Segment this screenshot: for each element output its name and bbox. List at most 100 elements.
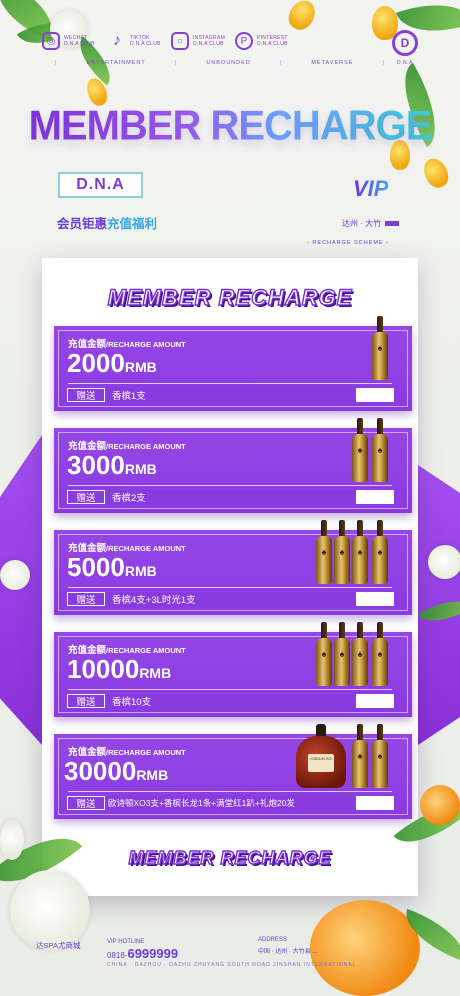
side-wing-left bbox=[0, 435, 42, 745]
address-text: 中国 · 达州 · 大竹县 ... bbox=[258, 949, 318, 955]
gift-tag: 赠送 bbox=[67, 490, 105, 504]
gift-tag: 赠送 bbox=[67, 388, 105, 402]
city-text: 达州 · 大竹 bbox=[342, 219, 382, 228]
champagne-bottle-icon: ♠ bbox=[372, 622, 388, 686]
nav-separator: | bbox=[382, 60, 385, 66]
champagne-bottle-icon: ♠ bbox=[352, 724, 368, 788]
champagne-bottle-icon: ♠ bbox=[352, 622, 368, 686]
poster: ◎ WECHAT D.N.A CLUB ♪ TIKTOK D.N.A CLUB ○ … bbox=[0, 0, 460, 996]
gift-description: 香槟10支 bbox=[105, 694, 356, 708]
nav-item: ENTERTAINMENT bbox=[86, 60, 146, 66]
amount-value: 5000RMB bbox=[67, 552, 157, 583]
dna-logo-icon: D bbox=[392, 30, 418, 56]
social-pinterest[interactable]: P PINTEREST D.N.A CLUB bbox=[235, 32, 288, 50]
gift-row: 赠送 香槟1支 bbox=[67, 388, 394, 402]
gift-row: 赠送 香槟10支 bbox=[67, 694, 394, 708]
address-label: ADDRESS bbox=[258, 937, 288, 943]
cognac-label: OSDUN XO bbox=[308, 754, 334, 772]
amount-number: 2000 bbox=[67, 348, 125, 378]
divider bbox=[68, 587, 392, 588]
address-english: CHINA · DAZHOU · DAZHU ZHUYANG SOUTH ROA… bbox=[107, 962, 366, 968]
top-nav: | ENTERTAINMENT | UNBOUNDED | METAVERSE … bbox=[55, 60, 385, 66]
divider bbox=[68, 485, 392, 486]
social-account: D.N.A CLUB bbox=[64, 41, 95, 47]
social-account: D.N.A CLUB bbox=[130, 41, 161, 47]
hotline-number[interactable]: 0818-6999999 bbox=[107, 946, 178, 961]
white-flower-decoration bbox=[428, 545, 460, 579]
pinterest-icon: P bbox=[235, 32, 253, 50]
gift-box bbox=[356, 796, 394, 810]
benefit-part-b: 充值福利 bbox=[107, 217, 158, 231]
recharge-option[interactable]: 充值金额/RECHARGE AMOUNT 3000RMB 赠送 香槟2支 ♠ ♠ bbox=[54, 418, 412, 513]
white-flower-decoration bbox=[0, 820, 24, 860]
nav-item: UNBOUNDED bbox=[206, 60, 251, 66]
gift-row: 赠送 香槟4支+3L时光1支 bbox=[67, 592, 394, 606]
gift-box bbox=[356, 388, 394, 402]
amount-unit: RMB bbox=[124, 461, 157, 477]
hotline-label: VIP HOTLINE bbox=[107, 939, 145, 945]
nav-separator: | bbox=[55, 60, 58, 66]
amount-unit: RMB bbox=[124, 563, 157, 579]
amount-unit: RMB bbox=[139, 665, 172, 681]
amount-number: 10000 bbox=[67, 654, 140, 684]
gift-tag: 赠送 bbox=[67, 592, 105, 606]
champagne-bottle-icon: ♠ bbox=[334, 520, 350, 584]
gift-tag: 赠送 bbox=[67, 694, 105, 708]
recharge-option[interactable]: 充值金额/RECHARGE AMOUNT 30000RMB 赠送 欧诗顿XO3支+… bbox=[54, 724, 412, 819]
benefit-part-a: 会员钜惠 bbox=[57, 217, 108, 231]
champagne-bottle-icon: ♠ bbox=[352, 418, 368, 482]
divider bbox=[68, 689, 392, 690]
gift-description: 欧诗顿XO3支+香槟长龙1条+满堂红1趴+礼炮20发 bbox=[105, 796, 356, 810]
headline: MEMBER RECHARGE bbox=[0, 103, 460, 150]
city-bar bbox=[385, 221, 400, 226]
tiktok-icon: ♪ bbox=[113, 32, 121, 49]
orange-lily-decoration bbox=[420, 785, 460, 825]
gift-description: 香槟2支 bbox=[105, 490, 356, 504]
phone-code: 0818- bbox=[107, 951, 128, 960]
card-title: MEMBER RECHARGE bbox=[107, 284, 353, 310]
cognac-bottle-icon: OSDUN XO bbox=[296, 724, 346, 788]
amount-number: 30000 bbox=[64, 756, 137, 786]
scheme-label: - RECHARGE SCHEME - bbox=[307, 240, 389, 246]
benefit-title: 会员钜惠充值福利 bbox=[57, 213, 157, 232]
gift-tag: 赠送 bbox=[67, 796, 105, 810]
divider bbox=[68, 791, 392, 792]
dna-logo: D.N.A bbox=[58, 172, 143, 198]
recharge-option[interactable]: 充值金额/RECHARGE AMOUNT 5000RMB 赠送 香槟4支+3L时光… bbox=[54, 520, 412, 615]
gift-box bbox=[356, 592, 394, 606]
champagne-bottle-icon: ♠ bbox=[334, 622, 350, 686]
yellow-tulip-decoration bbox=[284, 0, 320, 34]
gift-box bbox=[356, 694, 394, 708]
amount-value: 2000RMB bbox=[67, 348, 157, 379]
nav-item: METAVERSE bbox=[311, 60, 354, 66]
recharge-option[interactable]: 充值金额/RECHARGE AMOUNT 2000RMB 赠送 香槟1支 ♠ bbox=[54, 316, 412, 411]
gift-row: 赠送 欧诗顿XO3支+香槟长龙1条+满堂红1趴+礼炮20发 bbox=[67, 796, 394, 810]
footer: 达SPA尤商城 VIP HOTLINE 0818-6999999 ADDRESS… bbox=[30, 934, 430, 968]
gift-row: 赠送 香槟2支 bbox=[67, 490, 394, 504]
vip-badge: VIP bbox=[353, 176, 389, 201]
social-account: D.N.A CLUB bbox=[193, 41, 224, 47]
amount-unit: RMB bbox=[136, 767, 169, 783]
social-tiktok[interactable]: ♪ TIKTOK D.N.A CLUB bbox=[108, 32, 161, 50]
champagne-bottle-icon: ♠ bbox=[372, 316, 388, 380]
gift-box bbox=[356, 490, 394, 504]
amount-value: 3000RMB bbox=[67, 450, 157, 481]
gift-description: 香槟1支 bbox=[105, 388, 356, 402]
champagne-bottle-icon: ♠ bbox=[316, 520, 332, 584]
social-instagram[interactable]: ○ INSTAGRAM D.N.A CLUB bbox=[171, 32, 225, 50]
white-flower-decoration bbox=[0, 560, 30, 590]
champagne-bottle-icon: ♠ bbox=[372, 418, 388, 482]
phone-number: 6999999 bbox=[127, 946, 179, 961]
nav-separator: | bbox=[279, 60, 283, 66]
amount-number: 5000 bbox=[67, 552, 125, 582]
champagne-bottle-icon: ♠ bbox=[372, 520, 388, 584]
nav-separator: | bbox=[174, 60, 178, 66]
gift-description: 香槟4支+3L时光1支 bbox=[105, 592, 356, 606]
city-label: 达州 · 大竹 bbox=[342, 218, 400, 229]
champagne-bottle-icon: ♠ bbox=[316, 622, 332, 686]
recharge-option[interactable]: 充值金额/RECHARGE AMOUNT 10000RMB 赠送 香槟10支 ♠ … bbox=[54, 622, 412, 717]
social-account: D.N.A CLUB bbox=[257, 41, 288, 47]
footer-brand-title: 达SPA尤商城 bbox=[36, 941, 81, 950]
social-wechat[interactable]: ◎ WECHAT D.N.A CLUB bbox=[42, 32, 95, 50]
footer-brand: 达SPA尤商城 bbox=[36, 940, 80, 951]
